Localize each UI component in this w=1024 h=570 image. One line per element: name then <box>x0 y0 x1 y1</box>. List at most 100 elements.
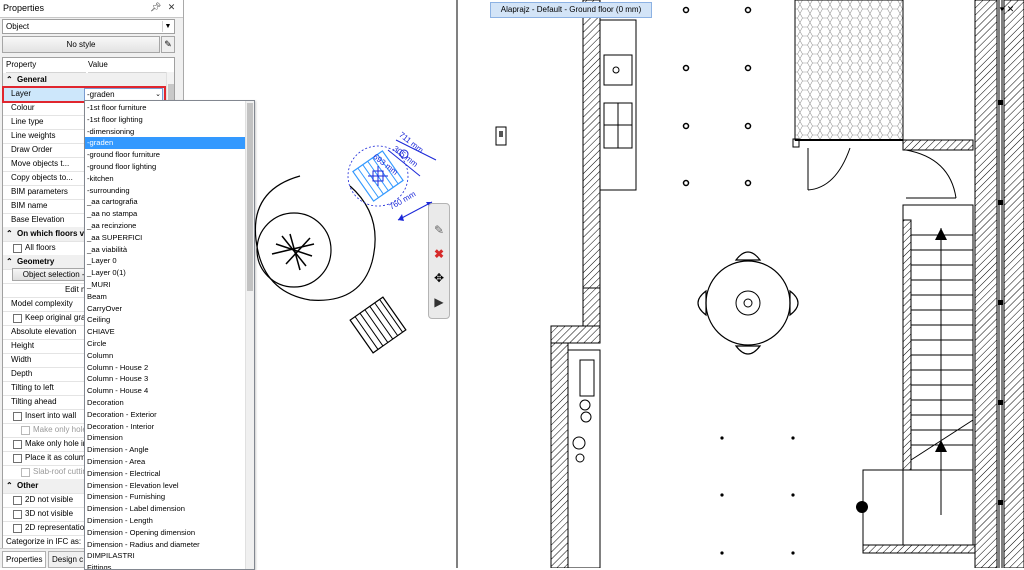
layer-option[interactable]: _aa SUPERFICI <box>85 232 247 244</box>
section-label: Other <box>17 481 39 490</box>
move-icon[interactable]: ✥ <box>431 270 447 286</box>
place-column-checkbox[interactable] <box>13 454 22 463</box>
layer-option[interactable]: -1st floor lighting <box>85 114 247 126</box>
make-hole-in-checkbox[interactable] <box>13 440 22 449</box>
layer-option[interactable]: Fittings <box>85 562 247 569</box>
row-label: 2D not visible <box>25 495 74 504</box>
layer-option[interactable]: Dimension - Area <box>85 456 247 468</box>
style-button[interactable]: No style <box>2 36 160 53</box>
object-type-select[interactable]: Object ▼ <box>2 19 175 34</box>
row-label: Tilting ahead <box>11 397 57 406</box>
3d-not-visible-checkbox[interactable] <box>13 510 22 519</box>
layer-option[interactable]: Decoration - Interior <box>85 421 247 433</box>
layer-option[interactable]: Dimension - Opening dimension <box>85 527 247 539</box>
edit-style-button[interactable]: ✎ <box>161 36 175 53</box>
layer-dropdown-list[interactable]: -1st floor furniture -1st floor lighting -… <box>84 100 255 570</box>
layer-option[interactable]: -1st floor furniture <box>85 102 247 114</box>
view-close-icon[interactable]: ▾ ✕ <box>993 2 1021 16</box>
layer-option[interactable]: -surrounding <box>85 185 247 197</box>
layer-option[interactable]: Decoration - Exterior <box>85 409 247 421</box>
row-label: Line weights <box>11 131 56 140</box>
layer-option[interactable]: Column - House 4 <box>85 385 247 397</box>
layer-value-text: -graden <box>87 90 115 99</box>
layer-option[interactable]: _Layer 0 <box>85 255 247 267</box>
layer-option[interactable]: Dimension <box>85 432 247 444</box>
scrollbar-thumb[interactable] <box>247 103 253 291</box>
layer-option[interactable]: Dimension - Electrical <box>85 468 247 480</box>
pencil-icon: ✎ <box>164 39 172 49</box>
layer-option[interactable]: Column <box>85 350 247 362</box>
layer-option[interactable]: _aa cartografia <box>85 196 247 208</box>
drawing-canvas[interactable]: 711 mm 305 mm 693 mm 760 mm <box>184 0 1024 568</box>
layer-option[interactable]: _MURI <box>85 279 247 291</box>
layer-option[interactable]: -ground floor furniture <box>85 149 247 161</box>
layer-option[interactable]: _aa viabilità <box>85 244 247 256</box>
layer-option[interactable]: -graden <box>85 137 247 150</box>
layer-option[interactable]: Dimension - Length <box>85 515 247 527</box>
row-label: Width <box>11 355 32 364</box>
panel-title: Properties <box>3 3 45 13</box>
row-label: Height <box>11 341 35 350</box>
layer-option[interactable]: _aa no stampa <box>85 208 247 220</box>
layer-option[interactable]: -kitchen <box>85 173 247 185</box>
section-label: General <box>17 75 47 84</box>
row-label: 3D not visible <box>25 509 74 518</box>
delete-icon[interactable]: ✖ <box>431 246 447 262</box>
dropdown-scrollbar[interactable] <box>245 101 254 569</box>
tab-design-center[interactable]: Design c <box>48 551 88 568</box>
layer-option[interactable]: Dimension - Label dimension <box>85 503 247 515</box>
layer-option[interactable]: CarryOver <box>85 303 247 315</box>
make-hole-checkbox <box>21 426 30 435</box>
tab-properties[interactable]: Properties <box>2 551 47 568</box>
layer-option[interactable]: Ceiling <box>85 314 247 326</box>
close-icon[interactable]: ✕ <box>166 2 177 13</box>
layer-option[interactable]: DIMPILASTRI <box>85 550 247 562</box>
layer-option[interactable]: -ground floor lighting <box>85 161 247 173</box>
layer-option[interactable]: Dimension - Radius and diameter <box>85 539 247 551</box>
layer-option[interactable]: Dimension - Angle <box>85 444 247 456</box>
row-label: Place it as column <box>25 453 90 462</box>
layer-option[interactable]: Circle <box>85 338 247 350</box>
section-label: Geometry <box>17 257 55 266</box>
pin-icon[interactable]: 📌︎ <box>150 2 161 13</box>
layer-option[interactable]: Column - House 2 <box>85 362 247 374</box>
collapse-icon: ⌃ <box>6 481 13 490</box>
row-label: All floors <box>25 243 56 252</box>
row-label: Insert into wall <box>25 411 77 420</box>
keep-original-checkbox[interactable] <box>13 314 22 323</box>
2d-representation-checkbox[interactable] <box>13 524 22 533</box>
row-label: Absolute elevation <box>11 327 77 336</box>
chevron-down-icon[interactable]: ⌄ <box>155 89 161 100</box>
row-label: Make only hole <box>33 425 87 434</box>
collapse-icon: ⌃ <box>6 257 13 266</box>
row-label: Line type <box>11 117 44 126</box>
layer-option[interactable]: Decoration <box>85 397 247 409</box>
insert-wall-checkbox[interactable] <box>13 412 22 421</box>
arrow-right-icon[interactable]: ▶ <box>431 294 447 310</box>
view-title-tab[interactable]: Alaprajz - Default - Ground floor (0 mm) <box>490 2 652 18</box>
row-label: Tilting to left <box>11 383 54 392</box>
slab-roof-checkbox <box>21 468 30 477</box>
all-floors-checkbox[interactable] <box>13 244 22 253</box>
row-label: Keep original grap <box>25 313 90 322</box>
layer-option[interactable]: Dimension - Furnishing <box>85 491 247 503</box>
object-select-value: Object <box>6 22 30 31</box>
2d-not-visible-checkbox[interactable] <box>13 496 22 505</box>
layer-option[interactable]: CHIAVE <box>85 326 247 338</box>
row-label: 2D representation <box>25 523 89 532</box>
collapse-icon: ⌃ <box>6 229 13 238</box>
layer-option[interactable]: _Layer 0(1) <box>85 267 247 279</box>
row-label: Draw Order <box>11 145 53 154</box>
layer-option[interactable]: Dimension - Elevation level <box>85 480 247 492</box>
pencil-icon[interactable]: ✎ <box>431 222 447 238</box>
row-label: BIM name <box>11 201 48 210</box>
chevron-down-icon[interactable]: ▼ <box>162 21 173 32</box>
column-header-property: Property <box>6 58 86 73</box>
collapse-icon: ⌃ <box>6 75 13 84</box>
layer-option[interactable]: -dimensioning <box>85 126 247 138</box>
layer-option[interactable]: _aa recinzione <box>85 220 247 232</box>
floor-plan-drawing <box>254 0 1024 568</box>
layer-option[interactable]: Column - House 3 <box>85 373 247 385</box>
row-label: Depth <box>11 369 33 378</box>
layer-option[interactable]: Beam <box>85 291 247 303</box>
